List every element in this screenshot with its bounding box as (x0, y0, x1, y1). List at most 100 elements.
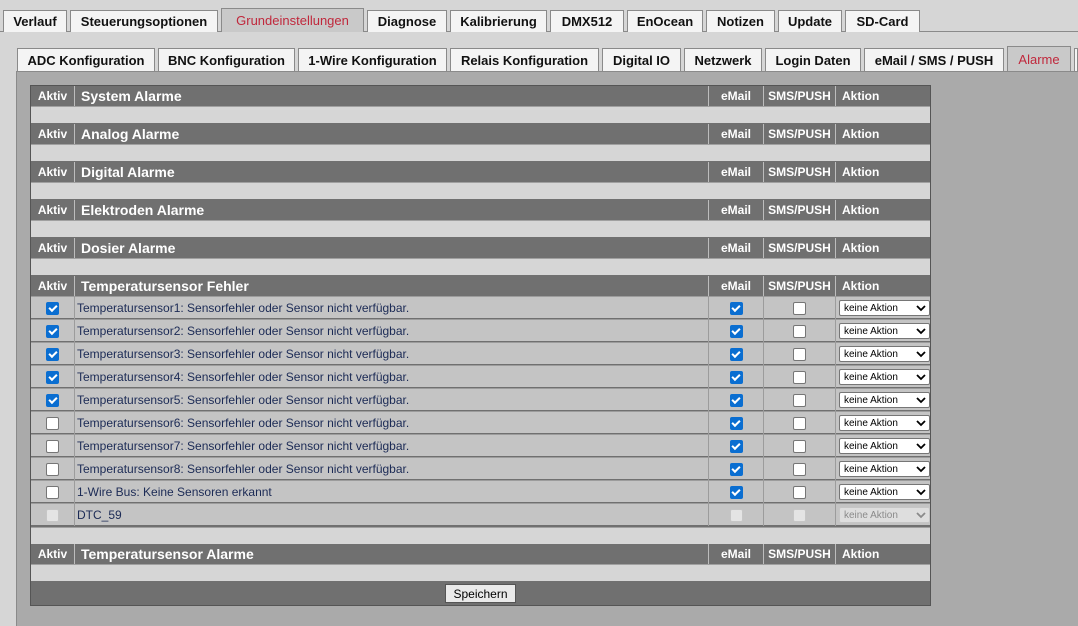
aktion-select[interactable]: keine Aktion (839, 461, 930, 477)
email-cell (709, 343, 764, 365)
sms-push-checkbox[interactable] (793, 439, 806, 453)
section-body-temperatursensor-fehler-end (31, 527, 930, 544)
tab-notizen[interactable]: Notizen (706, 10, 775, 32)
alarm-label: Temperatursensor5: Sensorfehler oder Sen… (75, 389, 709, 411)
tab-kalibrierung[interactable]: Kalibrierung (450, 10, 547, 32)
email-cell (709, 481, 764, 503)
email-checkbox[interactable] (729, 485, 743, 499)
subtab-overflow[interactable] (1074, 48, 1078, 72)
email-cell (709, 297, 764, 319)
email-checkbox[interactable] (729, 324, 743, 338)
col-aktiv: Aktiv (31, 544, 75, 564)
table-row: Temperatursensor1: Sensorfehler oder Sen… (31, 296, 930, 319)
subtab-alarme[interactable]: Alarme (1007, 46, 1071, 72)
aktion-select[interactable]: keine Aktion (839, 369, 930, 385)
aktiv-cell (31, 297, 75, 319)
section-header-digital: Aktiv Digital Alarme eMail SMS/PUSH Akti… (31, 162, 930, 182)
sms-push-checkbox[interactable] (793, 508, 806, 522)
sms-cell (764, 320, 836, 342)
subtab-netzwerk[interactable]: Netzwerk (684, 48, 762, 72)
tab-verlauf[interactable]: Verlauf (3, 10, 67, 32)
aktion-select[interactable]: keine Aktion (839, 484, 930, 500)
aktiv-checkbox[interactable] (46, 370, 59, 384)
sms-cell (764, 435, 836, 457)
sms-push-checkbox[interactable] (793, 347, 806, 361)
section-title: Temperatursensor Fehler (75, 276, 709, 296)
col-aktiv: Aktiv (31, 276, 75, 296)
aktion-cell: keine Aktion (836, 320, 930, 342)
col-email: eMail (709, 124, 764, 144)
tab-steuerungsoptionen[interactable]: Steuerungsoptionen (70, 10, 218, 32)
email-cell (709, 320, 764, 342)
aktion-select[interactable]: keine Aktion (839, 346, 930, 362)
aktiv-checkbox[interactable] (46, 393, 59, 407)
tab-dmx512[interactable]: DMX512 (550, 10, 624, 32)
email-checkbox[interactable] (729, 393, 743, 407)
sms-push-checkbox[interactable] (793, 301, 806, 315)
email-checkbox[interactable] (729, 439, 743, 453)
aktion-select[interactable]: keine Aktion (839, 323, 930, 339)
aktiv-cell (31, 366, 75, 388)
aktiv-checkbox[interactable] (46, 485, 59, 499)
aktiv-cell (31, 458, 75, 480)
sms-push-checkbox[interactable] (793, 485, 806, 499)
tab-diagnose[interactable]: Diagnose (367, 10, 447, 32)
sms-push-checkbox[interactable] (793, 324, 806, 338)
aktiv-checkbox[interactable] (46, 462, 59, 476)
aktiv-cell (31, 343, 75, 365)
email-checkbox[interactable] (729, 508, 743, 522)
sms-push-checkbox[interactable] (793, 416, 806, 430)
aktiv-checkbox[interactable] (46, 301, 59, 315)
chevron-down-icon (916, 466, 926, 473)
form-footer: Speichern (31, 582, 930, 605)
aktiv-cell (31, 504, 75, 526)
sms-push-checkbox[interactable] (793, 370, 806, 384)
aktiv-checkbox[interactable] (46, 416, 59, 430)
col-sms-push: SMS/PUSH (764, 162, 836, 182)
aktiv-checkbox[interactable] (46, 324, 59, 338)
aktiv-checkbox[interactable] (46, 508, 59, 522)
email-checkbox[interactable] (729, 301, 743, 315)
aktiv-checkbox[interactable] (46, 347, 59, 361)
aktion-select[interactable]: keine Aktion (839, 438, 930, 454)
subtab-adc-konfiguration[interactable]: ADC Konfiguration (17, 48, 155, 72)
aktion-cell: keine Aktion (836, 343, 930, 365)
aktion-select-value: keine Aktion (844, 463, 898, 475)
col-aktion: Aktion (842, 547, 880, 561)
sms-push-checkbox[interactable] (793, 393, 806, 407)
subtab-email-sms-push[interactable]: eMail / SMS / PUSH (864, 48, 1004, 72)
aktion-select[interactable]: keine Aktion (839, 392, 930, 408)
subtab-digital-io[interactable]: Digital IO (602, 48, 681, 72)
table-row: DTC_59 keine Aktion (31, 503, 930, 526)
sms-push-checkbox[interactable] (793, 462, 806, 476)
aktion-cell: keine Aktion (836, 412, 930, 434)
aktion-select[interactable]: keine Aktion (839, 300, 930, 316)
email-checkbox[interactable] (729, 347, 743, 361)
save-button[interactable]: Speichern (445, 584, 516, 603)
aktion-select-value: keine Aktion (844, 417, 898, 429)
table-row: Temperatursensor4: Sensorfehler oder Sen… (31, 365, 930, 388)
email-checkbox[interactable] (729, 462, 743, 476)
tab-enocean[interactable]: EnOcean (627, 10, 703, 32)
subtab-1wire-konfiguration[interactable]: 1-Wire Konfiguration (298, 48, 447, 72)
subtab-bnc-konfiguration[interactable]: BNC Konfiguration (158, 48, 295, 72)
tab-sd-card[interactable]: SD-Card (845, 10, 920, 32)
col-aktion: Aktion (842, 203, 880, 217)
col-email: eMail (709, 162, 764, 182)
section-header-temperatursensor-fehler: Aktiv Temperatursensor Fehler eMail SMS/… (31, 276, 930, 296)
section-title: Dosier Alarme (75, 238, 709, 258)
section-title: Elektroden Alarme (75, 200, 709, 220)
aktion-select[interactable]: keine Aktion (839, 507, 930, 523)
email-checkbox[interactable] (729, 416, 743, 430)
alarm-label: Temperatursensor7: Sensorfehler oder Sen… (75, 435, 709, 457)
alarm-label: Temperatursensor8: Sensorfehler oder Sen… (75, 458, 709, 480)
tab-grundeinstellungen[interactable]: Grundeinstellungen (221, 8, 364, 32)
col-aktiv: Aktiv (31, 162, 75, 182)
aktiv-checkbox[interactable] (46, 439, 59, 453)
alarm-label: Temperatursensor1: Sensorfehler oder Sen… (75, 297, 709, 319)
subtab-relais-konfiguration[interactable]: Relais Konfiguration (450, 48, 599, 72)
email-checkbox[interactable] (729, 370, 743, 384)
tab-update[interactable]: Update (778, 10, 842, 32)
aktion-select[interactable]: keine Aktion (839, 415, 930, 431)
subtab-login-daten[interactable]: Login Daten (765, 48, 861, 72)
